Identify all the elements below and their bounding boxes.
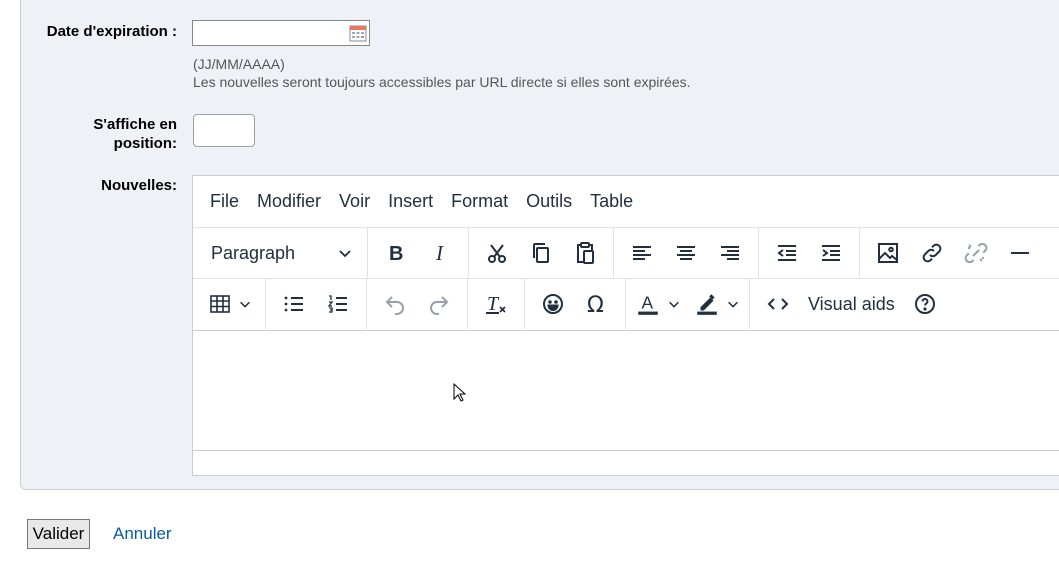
calendar-icon[interactable]: [349, 24, 367, 42]
copy-button[interactable]: [522, 236, 560, 270]
numbered-list-button[interactable]: [319, 287, 357, 321]
emoji-button[interactable]: [534, 287, 572, 321]
svg-text:A: A: [642, 292, 654, 312]
align-right-button[interactable]: [711, 236, 749, 270]
text-color-icon: A: [638, 292, 658, 315]
highlight-color-button[interactable]: [694, 291, 740, 317]
editor-menubar: File Modifier Voir Insert Format Outils …: [193, 176, 1059, 226]
position-input[interactable]: [193, 114, 255, 147]
indent-icon: [822, 245, 840, 261]
bullet-list-icon: [284, 296, 303, 312]
source-code-icon: [767, 298, 789, 310]
submit-button[interactable]: Valider: [27, 519, 90, 549]
numbered-list-icon: [327, 295, 347, 313]
block-format-select[interactable]: Paragraph: [201, 236, 361, 270]
chevron-down-icon: [728, 301, 738, 308]
align-left-icon: [633, 246, 651, 260]
cut-icon: [488, 244, 506, 263]
block-format-value: Paragraph: [211, 242, 296, 263]
unlink-button[interactable]: [957, 236, 995, 270]
position-label-line2: position:: [113, 135, 177, 152]
chevron-down-icon: [669, 301, 679, 308]
help-icon: [914, 294, 935, 314]
editor-content-area[interactable]: [193, 330, 1059, 452]
highlight-color-icon: [697, 294, 717, 315]
expiry-note: Les nouvelles seront toujours accessible…: [193, 74, 691, 90]
special-char-icon: Ω: [587, 293, 604, 316]
menu-edit[interactable]: Modifier: [248, 185, 330, 218]
visual-aids-button[interactable]: Visual aids: [800, 294, 903, 315]
align-center-icon: [677, 246, 695, 260]
outdent-icon: [777, 245, 796, 261]
svg-text:B: B: [389, 243, 403, 265]
horizontal-rule-icon: [1011, 252, 1029, 254]
paste-button[interactable]: [566, 236, 604, 270]
expiry-date-label: Date d'expiration :: [46, 23, 177, 40]
redo-icon: [430, 296, 449, 315]
bold-button[interactable]: B: [377, 236, 415, 270]
rich-text-editor: File Modifier Voir Insert Format Outils …: [192, 175, 1059, 476]
position-label: S'affiche en position:: [40, 115, 177, 153]
bold-icon: B: [389, 243, 403, 265]
svg-text:I: I: [435, 241, 444, 265]
news-label: Nouvelles:: [101, 177, 177, 194]
link-icon: [922, 243, 942, 263]
special-char-button[interactable]: Ω: [578, 287, 616, 321]
image-button[interactable]: [869, 236, 907, 270]
undo-icon: [385, 296, 404, 315]
align-right-icon: [721, 246, 739, 260]
chevron-down-icon: [240, 301, 250, 308]
image-icon: [878, 243, 898, 263]
editor-toolbar-row2: T Ω A Visual aids: [193, 278, 1059, 329]
align-left-button[interactable]: [623, 236, 661, 270]
unlink-icon: [964, 242, 988, 264]
text-color-button[interactable]: A: [635, 291, 681, 317]
italic-icon: I: [435, 241, 444, 265]
menu-format[interactable]: Format: [442, 185, 517, 218]
emoji-icon: [543, 294, 563, 314]
italic-button[interactable]: I: [421, 236, 459, 270]
position-label-line1: S'affiche en: [93, 116, 177, 133]
help-button[interactable]: [906, 287, 944, 321]
expiry-date-input[interactable]: [192, 20, 370, 46]
table-button[interactable]: [208, 292, 252, 316]
source-code-button[interactable]: [759, 287, 797, 321]
cancel-link[interactable]: Annuler: [113, 524, 172, 544]
menu-view[interactable]: Voir: [330, 185, 379, 218]
cut-button[interactable]: [478, 236, 516, 270]
expiry-format-hint: (JJ/MM/AAAA): [193, 56, 285, 72]
mouse-cursor-icon: [453, 383, 467, 402]
svg-text:Ω: Ω: [587, 293, 604, 316]
menu-table[interactable]: Table: [581, 185, 642, 218]
bullet-list-button[interactable]: [275, 287, 313, 321]
horizontal-rule-button[interactable]: [1001, 236, 1039, 270]
menu-insert[interactable]: Insert: [379, 185, 442, 218]
undo-button[interactable]: [376, 287, 414, 321]
align-center-button[interactable]: [667, 236, 705, 270]
menu-tools[interactable]: Outils: [517, 185, 581, 218]
menu-file[interactable]: File: [201, 185, 248, 218]
chevron-down-icon: [339, 250, 351, 258]
copy-icon: [533, 243, 549, 263]
paste-icon: [577, 242, 594, 264]
clear-formatting-button[interactable]: T: [477, 287, 515, 321]
indent-button[interactable]: [812, 236, 850, 270]
clear-formatting-icon: T: [486, 293, 506, 315]
table-icon: [210, 295, 230, 313]
svg-text:T: T: [487, 293, 500, 315]
link-button[interactable]: [913, 236, 951, 270]
editor-toolbar-row1: Paragraph B I: [193, 227, 1059, 278]
redo-button[interactable]: [420, 287, 458, 321]
editor-statusbar: [193, 450, 1059, 475]
outdent-button[interactable]: [768, 236, 806, 270]
